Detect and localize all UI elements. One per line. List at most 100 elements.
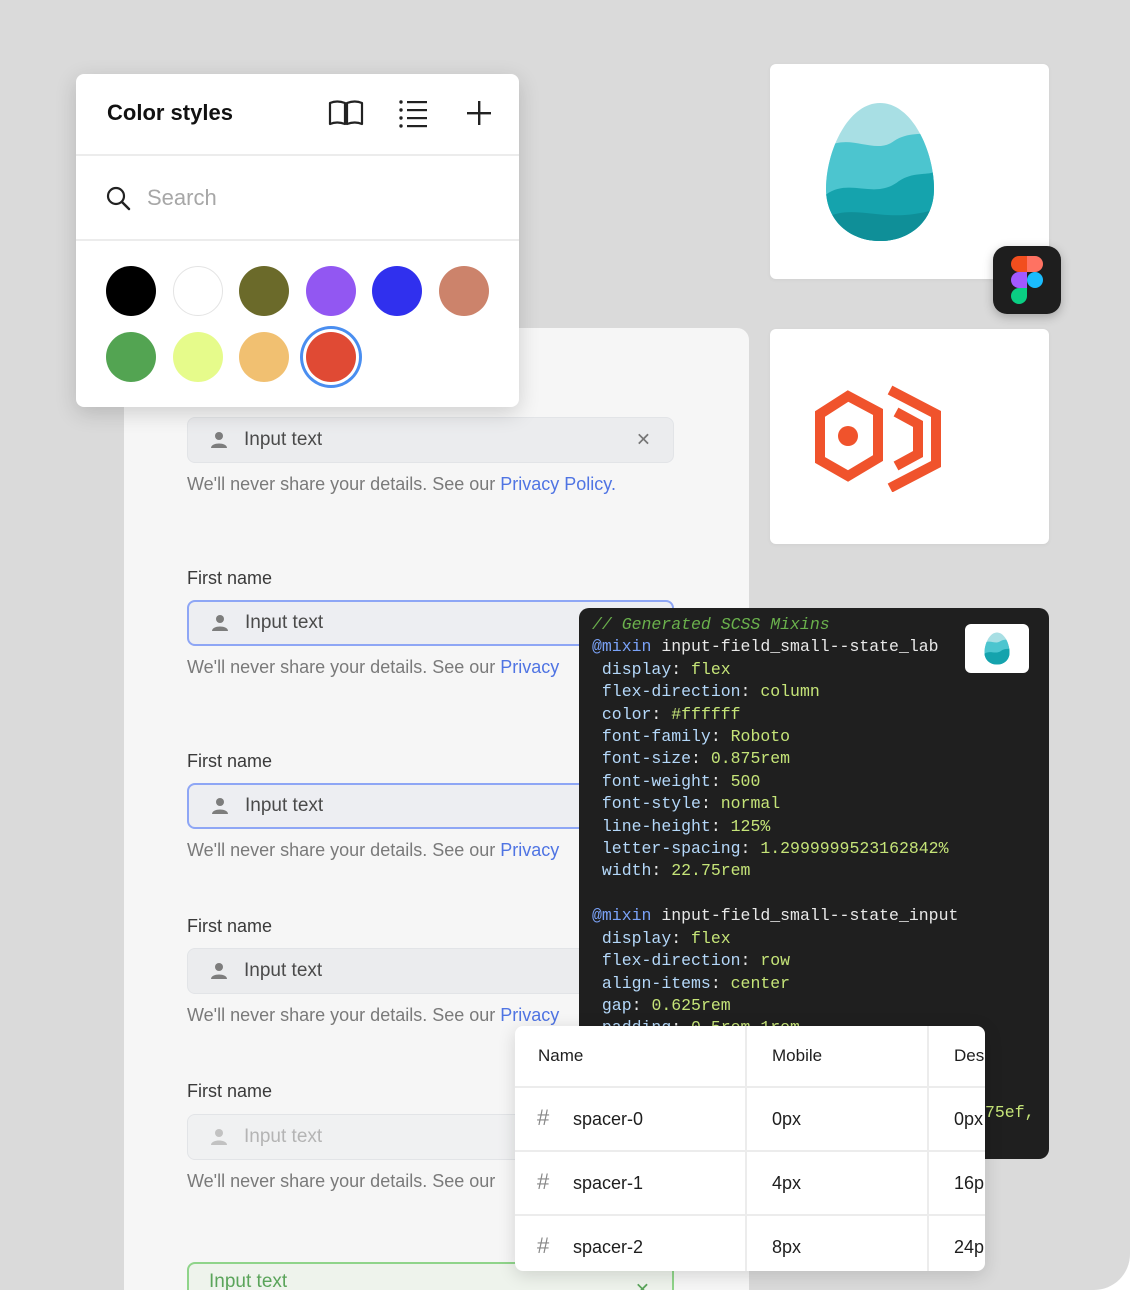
column-header-mobile[interactable]: Mobile [772,1046,822,1066]
hash-icon: # [537,1169,550,1194]
cell-mobile: 4px [772,1173,802,1193]
code-token: input-field_small--state_lab [651,637,939,657]
code-token: flex [691,659,731,679]
text-input[interactable]: Input text ✕ [187,417,674,463]
cell-mobile: 8px [772,1237,802,1257]
helper-message: We'll never share your details. See our [187,1005,501,1025]
user-icon [210,1128,228,1146]
color-swatch[interactable] [172,332,223,382]
field-label: First name [187,751,273,771]
book-icon[interactable] [327,98,365,128]
field-label: First name [187,1081,273,1101]
code-line: flex-direction: row [601,951,791,971]
code-line: gap: 0.625rem [601,995,731,1015]
code-token: font-style [601,794,701,814]
code-token: normal [720,794,781,814]
plus-icon[interactable] [460,98,498,128]
code-line: font-family: Roboto [601,727,791,747]
table-row[interactable]: # spacer-1 4px 16p [515,1152,985,1216]
input-value: Input text [209,1271,288,1290]
privacy-policy-link[interactable]: Privacy [500,1005,559,1025]
code-line: font-style: normal [601,794,781,814]
privacy-policy-link[interactable]: Privacy [500,840,559,860]
user-icon [211,614,229,632]
code-token: 500 [730,771,761,791]
code-block: // Generated SCSS Mixins @mixin input-fie… [592,614,1049,1040]
column-header-desktop[interactable]: Des [954,1046,984,1066]
cell-name: spacer-1 [573,1173,644,1193]
search-icon [106,186,131,211]
code-line: font-size: 0.875rem [601,749,791,769]
cell-desktop: 16p [954,1173,985,1193]
code-line: letter-spacing: 1.2999999523162842% [601,839,949,859]
code-line: @mixin input-field_small--state_input [592,905,1049,927]
user-icon [211,797,229,815]
color-swatch[interactable] [438,266,489,316]
helper-message: We'll never share your details. See our [187,1171,496,1191]
code-token: display [601,928,672,948]
user-icon [210,431,228,449]
input-value: Input text [244,1126,323,1147]
cell-desktop: 0px [954,1109,984,1129]
code-token: row [760,951,791,971]
clear-icon[interactable]: ✕ [636,430,651,451]
helper-text: We'll never share your details. See our … [187,1005,559,1026]
helper-message: We'll never share your details. See our [187,840,501,860]
color-swatch[interactable] [239,332,289,382]
code-token: 125% [730,816,771,836]
privacy-policy-link[interactable]: Privacy [500,657,559,677]
spacing-token-table: Name Mobile Des # spacer-0 0px 0px # spacer-1… [515,1026,985,1271]
code-token: font-family [601,727,711,747]
color-swatch[interactable] [106,332,156,382]
code-token: display [601,659,672,679]
color-styles-title: Color styles [107,100,233,125]
code-token: font-size [601,749,692,769]
code-token: #ffffff [671,704,741,724]
canvas: Input text ✕ We'll never share your detail… [0,0,1130,1290]
code-token: 0.875rem [710,749,791,769]
color-swatch[interactable] [372,266,422,316]
code-token: align-items [601,973,711,993]
code-token: gap [601,995,632,1015]
code-token: @mixin [592,637,652,657]
code-token: flex-direction [601,951,741,971]
code-token: // Generated SCSS Mixins [592,615,830,634]
figma-icon [1011,256,1043,304]
code-token: @mixin [592,906,652,926]
code-token: font-weight [601,771,711,791]
color-swatch[interactable] [172,266,223,316]
search-input[interactable] [147,185,447,211]
code-token: center [730,973,791,993]
code-line: font-weight: 500 [601,771,761,791]
hex-logo-card [770,329,1049,544]
code-token: column [760,682,820,702]
figma-badge [993,246,1061,314]
code-token: letter-spacing [601,839,741,859]
egg-logo-icon [984,632,1010,665]
color-swatch[interactable] [106,266,156,316]
privacy-policy-link[interactable]: Privacy Policy. [500,474,616,494]
color-swatch[interactable] [305,266,356,316]
code-line: width: 22.75rem [601,861,751,881]
table-row[interactable]: # spacer-0 0px 0px [515,1088,985,1152]
color-swatch[interactable] [239,266,289,316]
cell-name: spacer-0 [573,1109,644,1129]
input-value: Input text [244,429,323,450]
user-icon [210,962,228,980]
code-token: 0.625rem [651,995,731,1015]
clear-icon[interactable]: ✕ [635,1280,650,1290]
color-swatch[interactable] [305,332,356,382]
egg-logo-badge [965,624,1029,673]
input-value: Input text [244,960,323,981]
table-row[interactable]: # spacer-2 8px 24p [515,1216,985,1271]
code-line: align-items: center [601,973,791,993]
hash-icon: # [537,1233,550,1258]
cell-desktop: 24p [954,1237,985,1257]
helper-text: We'll never share your details. See our … [187,840,559,861]
egg-logo-icon [826,103,934,241]
field-label: First name [187,568,273,588]
column-header-name[interactable]: Name [538,1046,583,1066]
code-token: flex-direction [601,682,741,702]
list-icon[interactable] [394,98,432,128]
